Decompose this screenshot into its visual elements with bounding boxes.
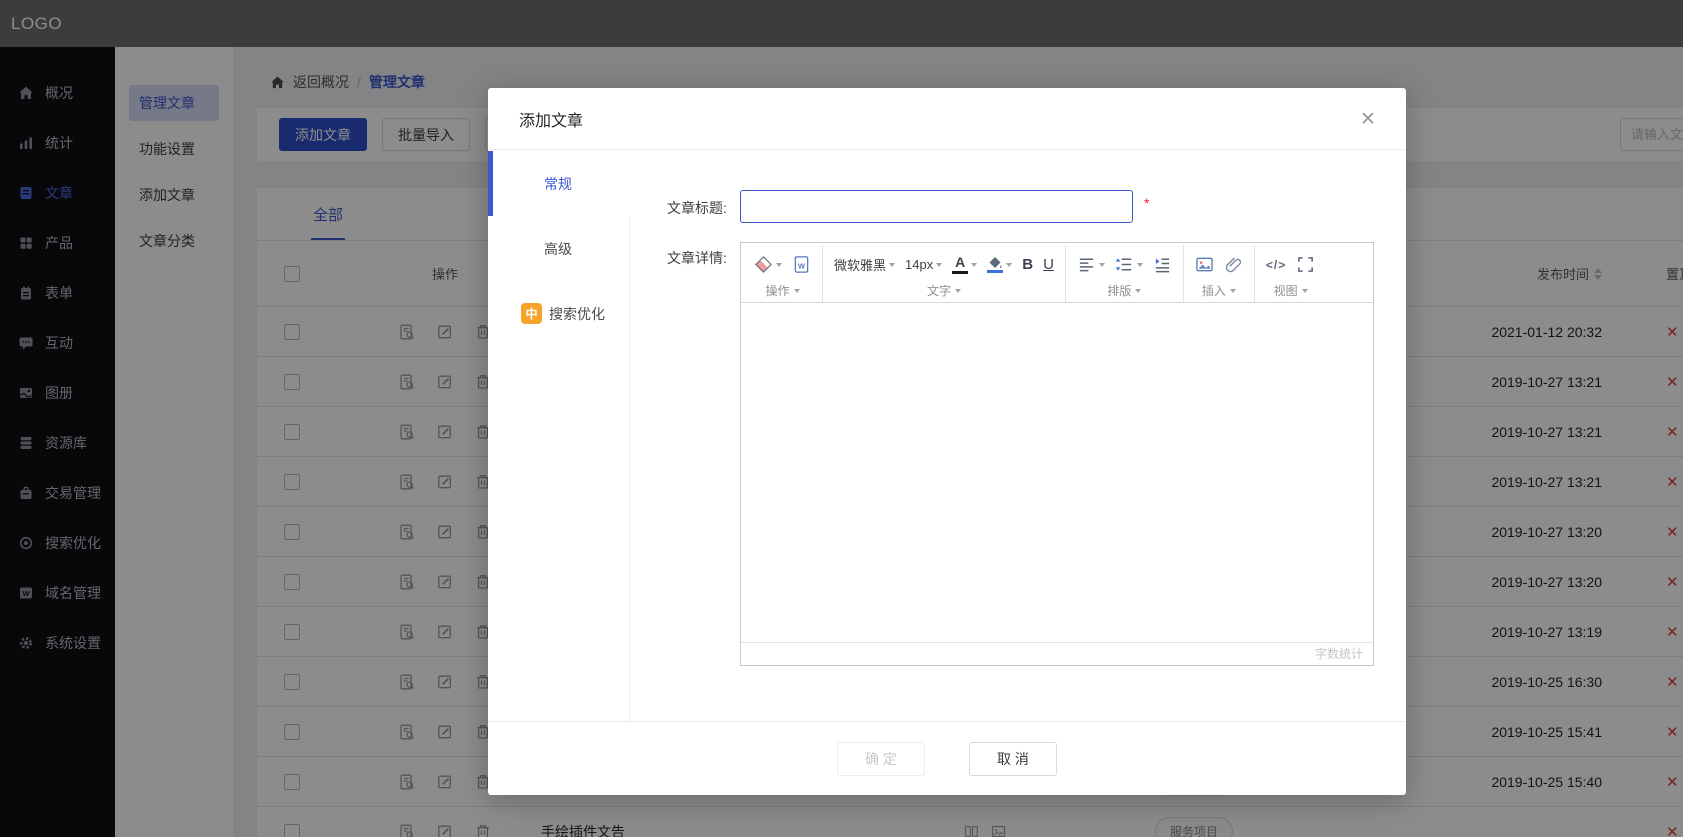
toolbar-group-insert: 插入 xyxy=(1184,245,1255,302)
chevron-down-icon xyxy=(971,263,977,267)
app: LOGO 概况 统计 文章 产品 表单 互动 图册 资源库 xyxy=(0,0,1683,837)
source-code-button[interactable]: </> xyxy=(1266,258,1286,272)
modal-form: 文章标题: * 文章详情: W xyxy=(630,151,1406,721)
chevron-down-icon xyxy=(1135,289,1141,293)
article-detail-label: 文章详情: xyxy=(667,248,727,268)
editor-content[interactable] xyxy=(741,303,1373,642)
modal-tabs: 常规 高级 中 搜索优化 xyxy=(488,151,630,721)
confirm-button[interactable]: 确 定 xyxy=(837,742,925,776)
toolbar-group-actions: W 操作 xyxy=(743,245,823,302)
eraser-icon xyxy=(754,255,773,274)
chevron-down-icon xyxy=(1099,263,1105,267)
fullscreen-icon xyxy=(1296,255,1315,274)
tab-general[interactable]: 常规 xyxy=(488,151,631,216)
chevron-down-icon xyxy=(794,289,800,293)
svg-text:W: W xyxy=(798,261,806,270)
font-size-select[interactable]: 14px xyxy=(905,257,942,272)
add-article-modal: 添加文章 ✕ 常规 高级 中 搜索优化 文章标题: * 文章详情: xyxy=(488,88,1406,795)
indent-button[interactable] xyxy=(1153,255,1172,274)
rich-text-editor: W 操作 微软雅黑 14px A B U xyxy=(740,242,1374,666)
article-title-label: 文章标题: xyxy=(667,198,727,218)
modal-header: 添加文章 xyxy=(488,88,1406,150)
word-paste-button[interactable]: W xyxy=(792,255,811,274)
bold-button[interactable]: B xyxy=(1022,256,1033,273)
fullscreen-button[interactable] xyxy=(1296,255,1315,274)
required-mark: * xyxy=(1144,195,1149,211)
close-icon[interactable]: ✕ xyxy=(1356,108,1380,132)
indent-icon xyxy=(1153,255,1172,274)
chevron-down-icon xyxy=(1230,289,1236,293)
font-family-select[interactable]: 微软雅黑 xyxy=(834,255,895,274)
editor-toolbar: W 操作 微软雅黑 14px A B U xyxy=(741,243,1373,303)
highlight-color-button[interactable] xyxy=(987,256,1012,273)
modal-footer: 确 定 取 消 xyxy=(488,721,1406,795)
tab-advanced[interactable]: 高级 xyxy=(488,216,629,281)
chevron-down-icon xyxy=(1137,263,1143,267)
highlight-swatch xyxy=(987,270,1003,273)
cancel-button[interactable]: 取 消 xyxy=(969,742,1057,776)
underline-button[interactable]: U xyxy=(1043,256,1054,273)
line-height-button[interactable] xyxy=(1115,255,1143,274)
seo-zh-icon: 中 xyxy=(521,303,542,324)
insert-link-button[interactable] xyxy=(1224,255,1243,274)
word-count: 字数统计 xyxy=(741,642,1373,665)
modal-body: 常规 高级 中 搜索优化 文章标题: * 文章详情: xyxy=(488,151,1406,721)
chevron-down-icon xyxy=(1302,289,1308,293)
image-icon xyxy=(1195,255,1214,274)
align-button[interactable] xyxy=(1077,255,1105,274)
toolbar-group-text: 微软雅黑 14px A B U 文字 xyxy=(823,245,1066,302)
chevron-down-icon xyxy=(936,263,942,267)
eraser-button[interactable] xyxy=(754,255,782,274)
chevron-down-icon xyxy=(1006,263,1012,267)
paint-bucket-icon xyxy=(987,256,1003,269)
chevron-down-icon xyxy=(955,289,961,293)
word-doc-icon: W xyxy=(792,255,811,274)
tab-seo[interactable]: 中 搜索优化 xyxy=(488,281,629,346)
align-left-icon xyxy=(1077,255,1096,274)
modal-title: 添加文章 xyxy=(519,107,583,131)
chevron-down-icon xyxy=(889,263,895,267)
insert-image-button[interactable] xyxy=(1195,255,1214,274)
font-color-button[interactable]: A xyxy=(952,255,977,274)
link-icon xyxy=(1224,255,1243,274)
toolbar-group-layout: 排版 xyxy=(1066,245,1184,302)
toolbar-group-view: </> 视图 xyxy=(1255,245,1326,302)
chevron-down-icon xyxy=(776,263,782,267)
color-swatch xyxy=(952,271,968,274)
line-height-icon xyxy=(1115,255,1134,274)
article-title-input[interactable] xyxy=(740,190,1133,223)
